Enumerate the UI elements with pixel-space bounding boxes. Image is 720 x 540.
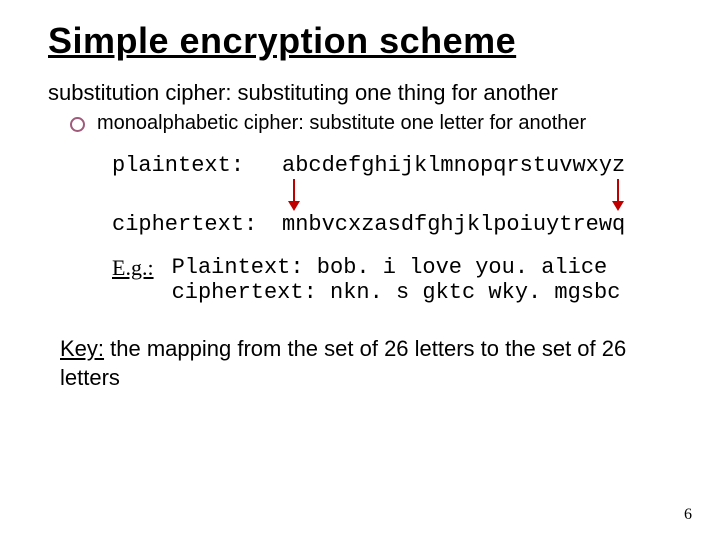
ciphertext-value: mnbvcxzasdfghjklpoiuytrewq	[282, 212, 625, 237]
cipher-mapping: plaintext: abcdefghijklmnopqrstuvwxyz ci…	[112, 153, 672, 237]
definition-desc: substituting one thing for another	[231, 80, 558, 105]
slide-title: Simple encryption scheme	[48, 20, 672, 62]
sub-definition-term: monoalphabetic cipher:	[97, 112, 304, 134]
example-plaintext: Plaintext: bob. i love you. alice	[172, 255, 621, 280]
example-ciphertext: ciphertext: nkn. s gktc wky. mgsbc	[172, 280, 621, 305]
definition-term: substitution cipher:	[48, 80, 231, 105]
definition-line: substitution cipher: substituting one th…	[48, 80, 672, 106]
plaintext-row: plaintext: abcdefghijklmnopqrstuvwxyz	[112, 153, 672, 178]
sub-definition-line: monoalphabetic cipher: substitute one le…	[70, 112, 672, 135]
spacer	[112, 178, 672, 212]
bullet-icon	[70, 117, 85, 132]
page-number: 6	[684, 506, 692, 524]
slide: Simple encryption scheme substitution ci…	[0, 0, 720, 540]
plaintext-label: plaintext:	[112, 153, 258, 178]
ciphertext-row: ciphertext: mnbvcxzasdfghjklpoiuytrewq	[112, 212, 672, 237]
ciphertext-label: ciphertext:	[112, 212, 258, 237]
key-text: the mapping from the set of 26 letters t…	[60, 336, 626, 390]
sub-definition-desc: substitute one letter for another	[304, 112, 586, 134]
key-note: Key: the mapping from the set of 26 lett…	[60, 335, 632, 392]
example-label: E.g.:	[112, 255, 154, 281]
example-block: E.g.: Plaintext: bob. i love you. alice …	[112, 255, 672, 305]
plaintext-value: abcdefghijklmnopqrstuvwxyz	[282, 153, 625, 178]
key-label: Key:	[60, 336, 104, 361]
example-lines: Plaintext: bob. i love you. alice cipher…	[172, 255, 621, 305]
sub-definition-text: monoalphabetic cipher: substitute one le…	[97, 112, 586, 135]
